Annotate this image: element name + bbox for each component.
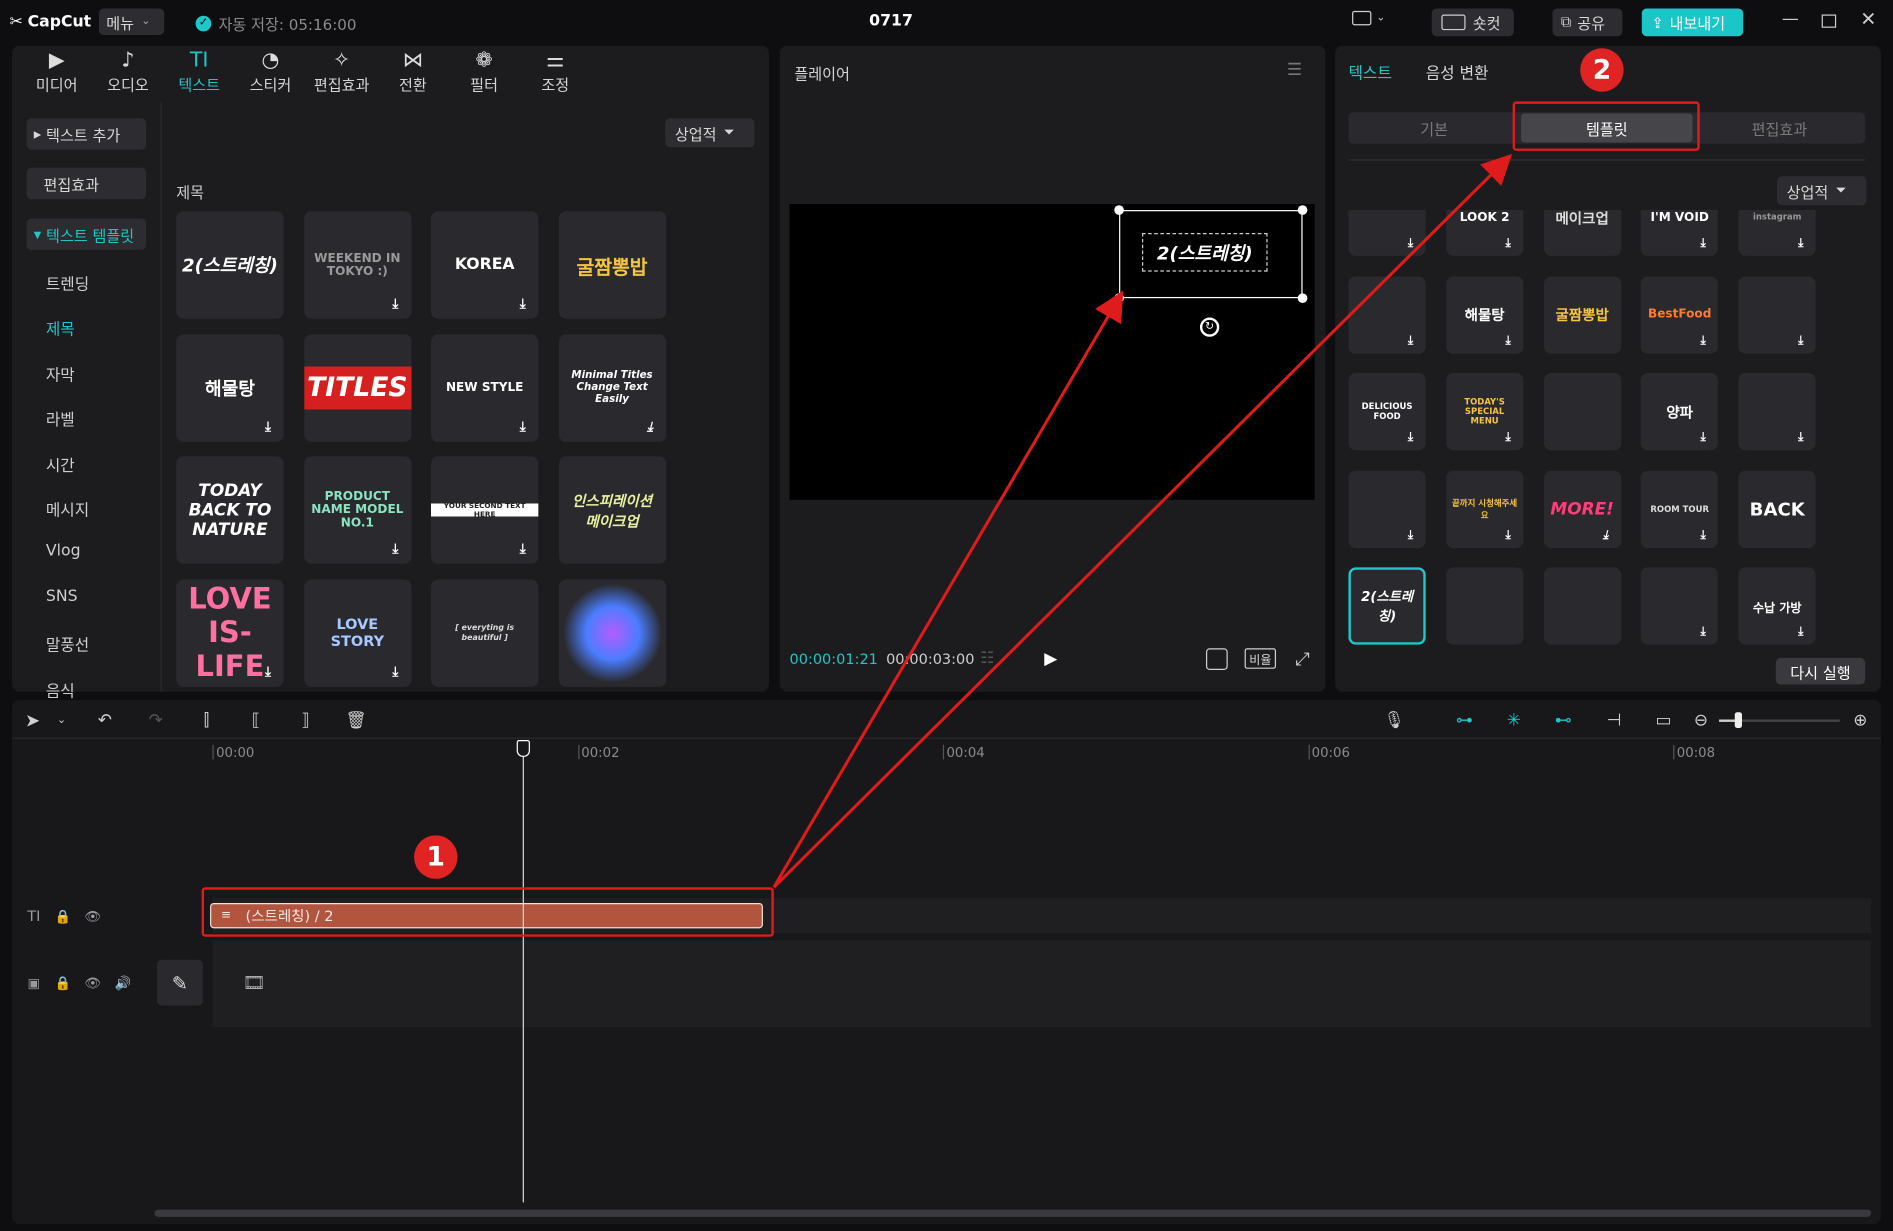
annotation-arrows bbox=[772, 153, 1513, 889]
sidebar-item-3[interactable]: 라벨 bbox=[46, 407, 75, 431]
sidebar-item-8[interactable]: 말풍선 bbox=[46, 633, 89, 657]
app-window: { "app": {"name": "CapCut", "menu_label"… bbox=[0, 0, 1893, 1231]
arrow-to-template-tab bbox=[772, 153, 1513, 889]
sidebar-item-5[interactable]: 메시지 bbox=[46, 497, 89, 521]
sidebar-item-9[interactable]: 음식 bbox=[46, 678, 75, 702]
sidebar-item-4[interactable]: 시간 bbox=[46, 452, 75, 476]
sidebar-item-0[interactable]: 트렌딩 bbox=[46, 272, 89, 296]
arrow-to-player bbox=[772, 290, 1124, 889]
sidebar-item-2[interactable]: 자막 bbox=[46, 362, 75, 386]
sidebar-item-1[interactable]: 제목 bbox=[46, 317, 75, 341]
sidebar-item-6[interactable]: Vlog bbox=[46, 543, 81, 567]
sidebar-item-7[interactable]: SNS bbox=[46, 588, 78, 612]
